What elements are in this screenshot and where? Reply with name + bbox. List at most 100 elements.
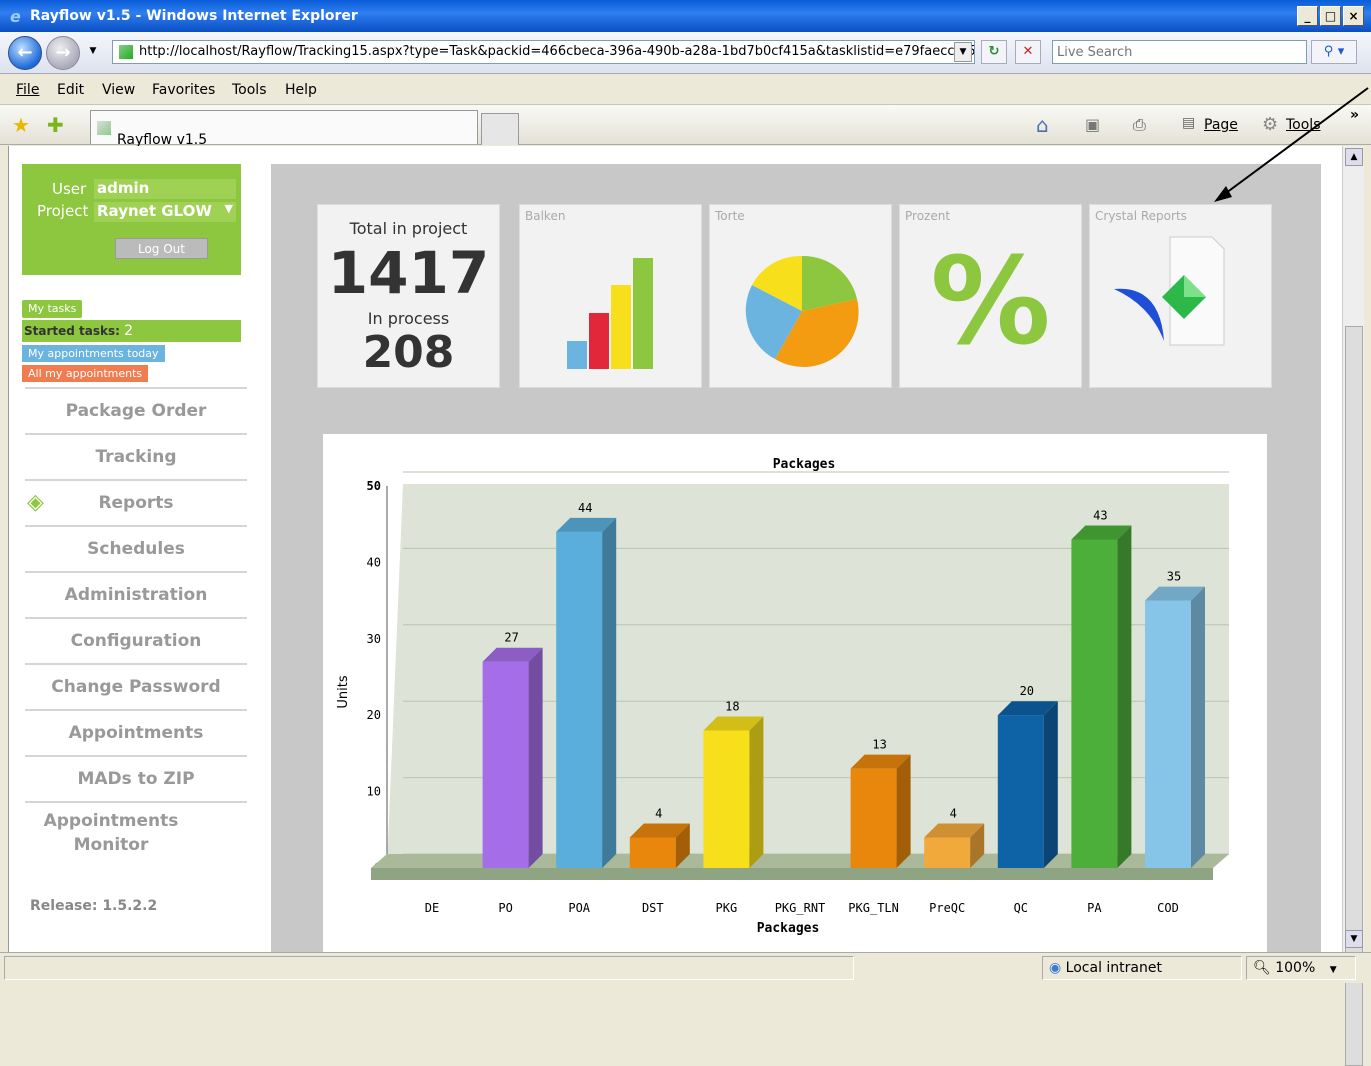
in-process-value: 208 xyxy=(362,327,455,378)
user-panel: User admin Project Raynet GLOW ▼ Log Out xyxy=(22,164,241,275)
total-value: 1417 xyxy=(327,239,490,307)
value-label-PKG_TLN: 13 xyxy=(872,738,886,752)
x-tick-label-PKG_TLN: PKG_TLN xyxy=(848,901,899,915)
nav-package-order[interactable]: Package Order xyxy=(25,387,247,433)
nav-tracking[interactable]: Tracking xyxy=(25,433,247,479)
menu-tools[interactable]: Tools xyxy=(232,82,267,98)
refresh-button[interactable]: ↻ xyxy=(981,40,1007,64)
page-menu[interactable]: Page xyxy=(1204,117,1238,133)
all-appointments-button[interactable]: All my appointments xyxy=(22,365,149,382)
chart-x-axis-label: Packages xyxy=(757,921,820,936)
tab-rayflow[interactable]: Rayflow v1.5 xyxy=(90,110,478,148)
window-title: Rayflow v1.5 - Windows Internet Explorer xyxy=(30,8,358,24)
y-tick-label: 30 xyxy=(367,632,381,646)
packages-chart-panel: Packages Packages Units 01020304050 DE27… xyxy=(323,434,1267,952)
appointments-today-button[interactable]: My appointments today xyxy=(22,345,165,362)
prozent-tile[interactable]: Prozent % xyxy=(899,204,1082,388)
nav-change-password[interactable]: Change Password xyxy=(25,663,247,709)
x-tick-label-COD: COD xyxy=(1157,901,1179,915)
address-toolbar: ← → ▼ http://localhost/Rayflow/Tracking1… xyxy=(0,32,1371,74)
stop-button[interactable]: ✕ xyxy=(1015,40,1041,64)
bar-side-PO xyxy=(528,647,543,868)
ie-logo-icon: e xyxy=(10,7,21,26)
dashboard-panel: Total in project 1417 In process 208 Bal… xyxy=(271,164,1321,952)
minimize-button[interactable]: _ xyxy=(1297,6,1318,26)
url-text: http://localhost/Rayflow/Tracking15.aspx… xyxy=(139,44,975,59)
my-tasks-tab[interactable]: My tasks xyxy=(22,300,83,318)
forward-button[interactable]: → xyxy=(46,36,80,70)
security-zone: ◉ Local intranet xyxy=(1042,956,1242,980)
release-version: Release: 1.5.2.2 xyxy=(30,898,158,914)
chart-y-axis-label: Units xyxy=(336,675,351,708)
search-icon: ⚲ ▾ xyxy=(1323,44,1345,59)
maximize-button[interactable]: □ xyxy=(1320,6,1341,26)
prozent-label: Prozent xyxy=(905,209,951,223)
menu-edit[interactable]: Edit xyxy=(57,82,84,98)
add-favorites-icon[interactable]: ✚ xyxy=(47,113,64,137)
value-label-PreQC: 4 xyxy=(950,806,957,820)
balken-tile[interactable]: Balken xyxy=(519,204,702,388)
value-label-PO: 27 xyxy=(504,631,518,645)
search-button[interactable]: ⚲ ▾ xyxy=(1311,40,1357,64)
vertical-scrollbar[interactable]: ▲ ▼ xyxy=(1342,146,1364,1066)
print-icon[interactable]: ⎙ xyxy=(1133,115,1146,135)
url-field[interactable]: http://localhost/Rayflow/Tracking15.aspx… xyxy=(112,40,975,64)
nav-reports-label: Reports xyxy=(98,493,174,513)
x-tick-label-PO: PO xyxy=(498,901,512,915)
home-icon[interactable]: ⌂ xyxy=(1036,113,1049,137)
scroll-down-icon[interactable]: ▼ xyxy=(1345,930,1363,948)
tools-menu[interactable]: Tools xyxy=(1286,117,1321,133)
security-zone-label: Local intranet xyxy=(1065,960,1162,976)
packages-chart: Packages Packages Units 01020304050 DE27… xyxy=(336,457,1229,936)
nav-appointments[interactable]: Appointments xyxy=(25,709,247,755)
close-window-button[interactable]: × xyxy=(1343,6,1364,26)
chart-title: Packages xyxy=(773,457,836,472)
history-dropdown-icon[interactable]: ▼ xyxy=(84,42,102,62)
status-text xyxy=(4,956,854,980)
nav-administration[interactable]: Administration xyxy=(25,571,247,617)
menu-help[interactable]: Help xyxy=(285,82,317,98)
scroll-up-icon[interactable]: ▲ xyxy=(1345,148,1363,166)
nav-reports[interactable]: ◈ Reports xyxy=(25,479,247,525)
bar-PA xyxy=(1071,539,1118,868)
user-value: admin xyxy=(94,179,236,199)
started-tasks-count: 2 xyxy=(124,323,134,339)
value-label-COD: 35 xyxy=(1167,570,1181,584)
torte-tile[interactable]: Torte xyxy=(709,204,892,388)
search-input[interactable] xyxy=(1057,41,1306,63)
globe-icon: ◉ xyxy=(1049,960,1062,976)
project-select[interactable]: Raynet GLOW ▼ xyxy=(94,202,236,222)
bar-side-PA xyxy=(1117,525,1132,868)
nav-configuration[interactable]: Configuration xyxy=(25,617,247,663)
menu-view[interactable]: View xyxy=(102,82,135,98)
menu-favorites[interactable]: Favorites xyxy=(152,82,215,98)
feeds-icon[interactable]: ▣ xyxy=(1085,115,1100,134)
status-bar: ◉ Local intranet 🔍︎ 100% ▼ xyxy=(0,952,1371,983)
nav-appointments-monitor[interactable]: Appointments Monitor xyxy=(25,801,247,861)
back-button[interactable]: ← xyxy=(8,36,42,70)
crystal-reports-tile[interactable]: Crystal Reports xyxy=(1089,204,1272,388)
bar-PreQC xyxy=(924,837,971,868)
logout-button[interactable]: Log Out xyxy=(115,238,208,259)
url-dropdown-icon[interactable]: ▼ xyxy=(954,42,972,62)
x-tick-label-PKG_RNT: PKG_RNT xyxy=(775,901,826,915)
started-tasks-bar[interactable]: Started tasks: 2 xyxy=(22,320,241,342)
favorites-star-icon[interactable]: ★ xyxy=(12,113,30,137)
bar-side-PKG_TLN xyxy=(896,754,911,868)
new-tab-button[interactable] xyxy=(481,113,519,145)
tab-bar: ★ ✚ Rayflow v1.5 ⌂ ▣ ⎙ ▤ Page ⚙ Tools » xyxy=(0,105,1371,148)
y-tick-label: 20 xyxy=(367,708,381,722)
nav-mads-to-zip[interactable]: MADs to ZIP xyxy=(25,755,247,801)
search-field-wrapper xyxy=(1052,40,1307,64)
refresh-icon: ↻ xyxy=(988,44,1000,59)
bar-DST xyxy=(629,837,676,868)
zoom-control[interactable]: 🔍︎ 100% ▼ xyxy=(1246,956,1356,980)
bar-side-COD xyxy=(1191,586,1205,868)
bar-QC xyxy=(997,715,1044,868)
y-tick-label: 50 xyxy=(367,479,381,493)
toolbar-overflow[interactable]: » xyxy=(1350,107,1359,123)
value-label-PA: 43 xyxy=(1093,508,1107,522)
nav-schedules[interactable]: Schedules xyxy=(25,525,247,571)
menu-file[interactable]: File xyxy=(16,82,39,98)
in-process-label: In process xyxy=(367,309,450,328)
